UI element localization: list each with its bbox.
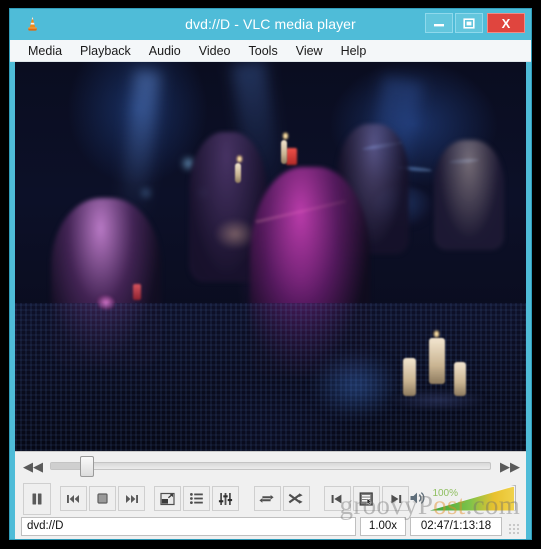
loop-shuffle-group <box>253 486 310 511</box>
candle <box>403 357 417 396</box>
resize-grip[interactable] <box>508 523 520 535</box>
candle-flame <box>236 155 242 164</box>
seek-slider-handle[interactable] <box>80 456 95 477</box>
candle-flame <box>282 132 288 141</box>
seek-row: ◀◀ ▶▶ <box>15 452 526 480</box>
chapter-navigation-group <box>324 486 410 511</box>
title-bar[interactable]: dvd://D - VLC media player X <box>10 9 531 40</box>
candle <box>428 338 445 385</box>
previous-button[interactable] <box>60 486 88 511</box>
fullscreen-button[interactable] <box>154 486 182 511</box>
maximize-icon <box>463 17 475 29</box>
time-display-field[interactable]: 02:47/1:13:18 <box>410 517 502 536</box>
seek-slider[interactable] <box>50 456 491 477</box>
view-tools-group <box>154 486 240 511</box>
desktop-background: dvd://D - VLC media player X Media Playb… <box>0 0 541 549</box>
vlc-main-window: dvd://D - VLC media player X Media Playb… <box>9 8 532 540</box>
menu-item-view[interactable]: View <box>287 40 332 62</box>
next-chapter-button[interactable] <box>382 486 410 511</box>
close-button[interactable]: X <box>487 13 525 33</box>
foreground-object <box>132 283 141 300</box>
loop-button[interactable] <box>253 486 281 511</box>
volume-control[interactable]: 100% <box>409 483 518 515</box>
stage-floor-glow <box>311 349 402 420</box>
candle <box>280 139 287 164</box>
red-stage-lamp <box>285 147 297 165</box>
stage-floor <box>15 303 526 451</box>
prev-stop-next-group <box>60 486 146 511</box>
volume-slider[interactable] <box>430 484 517 511</box>
minimize-icon <box>433 18 445 28</box>
menu-item-media[interactable]: Media <box>19 40 71 62</box>
pause-button[interactable] <box>23 482 52 515</box>
dvd-menu-button[interactable] <box>353 486 381 511</box>
previous-chapter-button[interactable] <box>324 486 352 511</box>
candle <box>454 361 467 396</box>
video-output-area[interactable] <box>15 62 526 451</box>
controls-panel: ◀◀ ▶▶ 100% groovyPost.com dvd://D 1.00x … <box>15 451 526 539</box>
maximize-button[interactable] <box>455 13 483 33</box>
stage-light-beam <box>119 68 162 221</box>
menu-item-playback[interactable]: Playback <box>71 40 140 62</box>
menu-item-help[interactable]: Help <box>332 40 376 62</box>
menu-item-audio[interactable]: Audio <box>140 40 190 62</box>
menu-bar: Media Playback Audio Video Tools View He… <box>10 40 531 62</box>
extended-settings-button[interactable] <box>212 486 240 511</box>
stop-button[interactable] <box>89 486 117 511</box>
menu-item-video[interactable]: Video <box>190 40 240 62</box>
menu-item-tools[interactable]: Tools <box>240 40 287 62</box>
minimize-button[interactable] <box>425 13 453 33</box>
playback-rate-field[interactable]: 1.00x <box>360 517 406 536</box>
stage-spotlight <box>142 190 149 197</box>
status-bar: dvd://D 1.00x 02:47/1:13:18 <box>15 517 526 539</box>
fast-forward-icon[interactable]: ▶▶ <box>500 460 520 473</box>
foreground-object <box>96 295 115 311</box>
close-icon: X <box>501 15 511 31</box>
performer-silhouette <box>434 139 505 250</box>
media-uri-field[interactable]: dvd://D <box>21 517 356 536</box>
next-button[interactable] <box>118 486 146 511</box>
transport-button-row: 100% groovyPost.com <box>15 480 526 520</box>
video-frame <box>15 62 526 451</box>
rewind-icon[interactable]: ◀◀ <box>23 460 43 473</box>
speaker-icon[interactable] <box>409 490 427 508</box>
candle <box>234 163 241 184</box>
playlist-button[interactable] <box>183 486 211 511</box>
shuffle-button[interactable] <box>282 486 310 511</box>
